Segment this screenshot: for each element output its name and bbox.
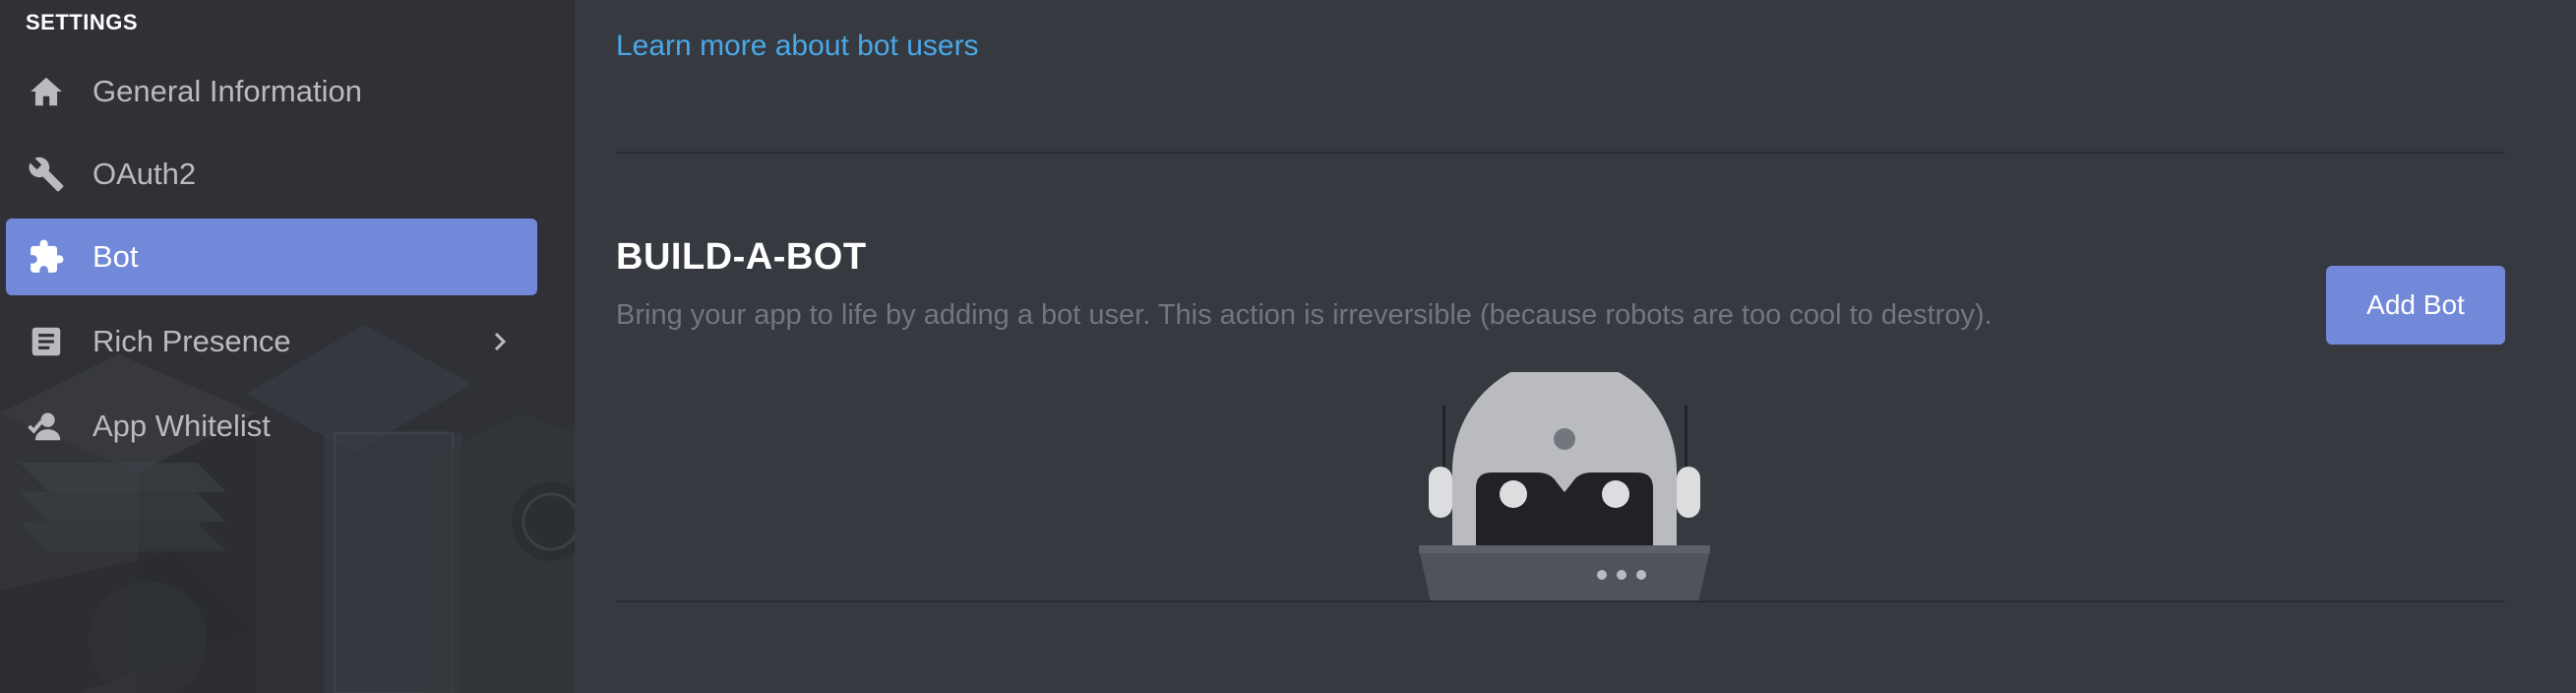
build-a-bot-description: Bring your app to life by adding a bot u… [616, 299, 1993, 331]
document-icon [26, 321, 67, 362]
sidebar-item-app-whitelist[interactable]: App Whitelist [6, 388, 537, 465]
sidebar-item-oauth2[interactable]: OAuth2 [6, 136, 537, 213]
build-a-bot-title: BUILD-A-BOT [616, 236, 867, 278]
section-divider [616, 600, 2505, 602]
puzzle-piece-icon [26, 236, 67, 278]
sidebar-item-rich-presence[interactable]: Rich Presence [6, 303, 537, 380]
sidebar-item-label: Bot [92, 239, 139, 274]
sidebar-item-general-information[interactable]: General Information [6, 53, 537, 130]
sidebar-item-label: App Whitelist [92, 409, 271, 443]
add-bot-button[interactable]: Add Bot [2326, 266, 2505, 345]
section-divider [616, 152, 2505, 154]
sidebar-item-label: Rich Presence [92, 324, 291, 358]
wrench-icon [26, 154, 67, 195]
sidebar-item-label: OAuth2 [92, 157, 197, 191]
sidebar-item-label: General Information [92, 74, 362, 108]
user-check-icon [26, 406, 67, 447]
learn-more-bot-users-link[interactable]: Learn more about bot users [616, 30, 979, 63]
sidebar-heading: SETTINGS [26, 10, 139, 34]
chevron-right-icon [494, 332, 507, 351]
sidebar-item-bot[interactable]: Bot [6, 219, 537, 295]
main-content: Learn more about bot users BUILD-A-BOT B… [575, 0, 2576, 693]
home-icon [26, 71, 67, 112]
settings-sidebar: SETTINGS General Information OAuth2 Bot … [0, 0, 575, 693]
robot-illustration [1419, 372, 1710, 602]
